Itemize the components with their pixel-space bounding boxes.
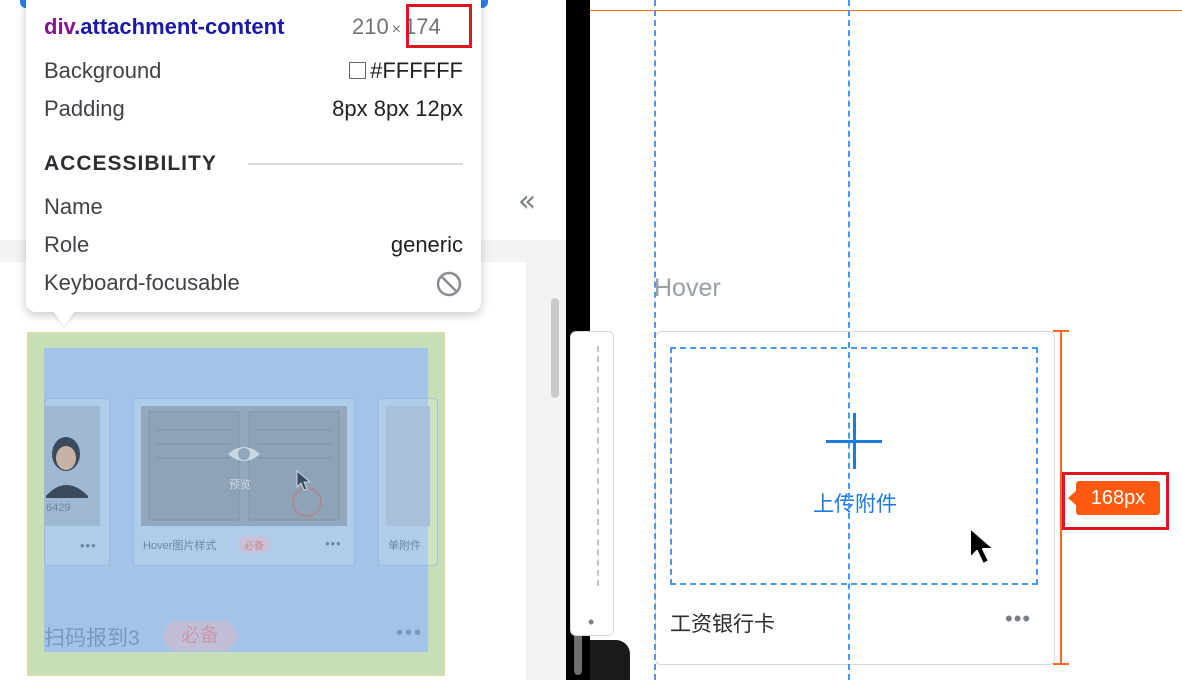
double-chevron-left-icon[interactable]: « (512, 184, 542, 220)
height-highlight-box (406, 4, 472, 48)
padding-label: Padding (44, 96, 125, 121)
more-options-icon[interactable]: ••• (1005, 606, 1031, 632)
previous-card[interactable] (570, 331, 614, 636)
guide-line-vertical (654, 0, 656, 680)
mini-card-single-image (386, 406, 430, 526)
tooltip-arrow (52, 310, 76, 326)
preview-text: 预览 (229, 479, 251, 491)
accessibility-heading: ACCESSIBILITY (44, 152, 217, 175)
color-swatch (349, 62, 367, 79)
height-measure-badge: 168px (1076, 481, 1160, 515)
guide-line-vertical (848, 0, 850, 680)
measure-cap (1053, 330, 1069, 332)
name-label: Name (44, 194, 103, 219)
no-entry-icon (436, 271, 462, 297)
mini-card-more-icon[interactable]: ••• (80, 538, 97, 553)
measure-guide-line (590, 10, 1182, 11)
focusable-label: Keyboard-focusable (44, 270, 240, 295)
role-value: generic (390, 232, 463, 257)
padding-value: 8px 8px 12px (332, 96, 463, 121)
eye-icon[interactable] (226, 440, 262, 468)
background-label: Background (44, 58, 162, 83)
section-divider (248, 163, 463, 165)
state-label: Hover (654, 274, 721, 302)
card-title: 工资银行卡 (670, 613, 775, 636)
left-panel: « 6429 ••• 预览 Hover图片样式 必备 ••• 单附件 扫码报到3… (0, 0, 566, 680)
required-badge: 必备 (163, 621, 237, 651)
attachment-label: 扫码报到3 (44, 627, 140, 650)
mini-card-title: 单附件 (388, 540, 421, 552)
scrollbar-thumb[interactable] (551, 298, 559, 398)
more-options-icon[interactable]: ••• (396, 622, 423, 645)
background-value: #FFFFFF (349, 58, 463, 84)
dark-corner (590, 640, 630, 680)
required-badge: 必备 (238, 536, 270, 553)
plus-icon[interactable] (853, 413, 856, 469)
mini-card-more-icon[interactable]: ••• (325, 536, 342, 551)
previous-card-more-icon[interactable]: • (588, 612, 594, 633)
mouse-pointer-icon (296, 470, 312, 491)
mouse-pointer-icon (969, 527, 995, 565)
previous-card-dashed-edge (597, 346, 599, 586)
mini-card-number: 6429 (46, 502, 71, 514)
element-selector: div.attachment-content (44, 14, 285, 39)
role-label: Role (44, 232, 90, 257)
measure-cap (1053, 663, 1069, 665)
mini-card-title: Hover图片样式 (143, 540, 217, 552)
upload-label[interactable]: 上传附件 (800, 488, 910, 518)
screenshot-root: « 6429 ••• 预览 Hover图片样式 必备 ••• 单附件 扫码报到3… (0, 0, 1182, 680)
